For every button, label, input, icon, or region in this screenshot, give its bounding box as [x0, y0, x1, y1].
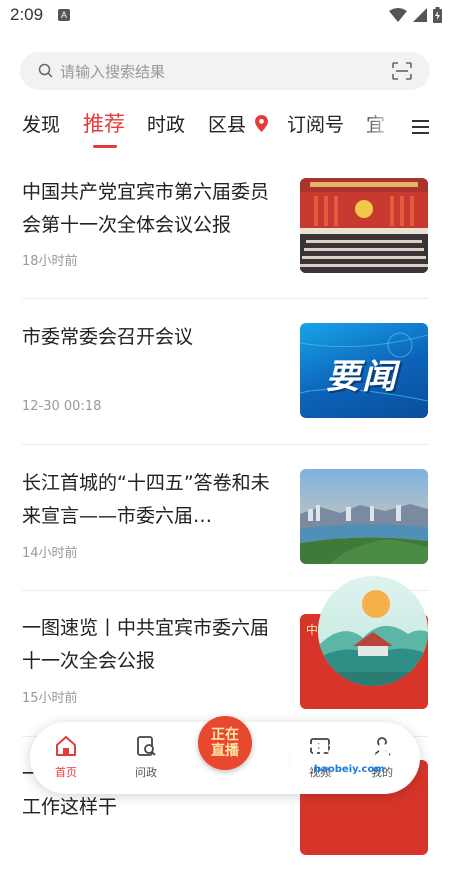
nav-home-label: 首页 — [55, 766, 77, 779]
status-time: 2:09 — [10, 5, 44, 24]
news-thumbnail: 要闻 — [300, 323, 428, 418]
watermark-sub: baobeiy.com — [314, 764, 385, 775]
news-title: 一图速览丨中共宜宾市委六届十一次全会公报 — [22, 617, 270, 672]
tab-subscriptions[interactable]: 订阅号 — [287, 110, 344, 137]
news-title: 市委常委会召开会议 — [22, 326, 194, 348]
home-icon — [56, 736, 76, 756]
tab-politics[interactable]: 时政 — [147, 110, 185, 137]
nav-wenzheng-label: 问政 — [135, 766, 157, 779]
tab-districts[interactable]: 区县 — [208, 110, 269, 137]
search-input[interactable]: 请输入搜索结果 — [20, 52, 430, 90]
news-time: 14小时前 — [22, 546, 78, 561]
news-item[interactable]: 市委常委会召开会议 12-30 00:18 要闻 — [22, 295, 428, 440]
tab-districts-label: 区县 — [208, 114, 247, 136]
city-aerial-photo-icon — [300, 469, 428, 564]
news-title: 长江首城的“十四五”答卷和未来宣言——市委六届… — [22, 472, 270, 527]
channel-tabs: 发现 推荐 时政 区县 订阅号 宜 — [0, 106, 450, 150]
notification-a-icon: A — [58, 9, 70, 21]
watermark: 宝贝游戏网 baobeiy.com — [278, 736, 418, 780]
channel-menu-icon[interactable] — [410, 118, 430, 136]
tab-recommend[interactable]: 推荐 — [83, 108, 125, 138]
news-thumbnail — [300, 178, 428, 273]
signal-icon — [413, 8, 427, 22]
news-thumbnail — [300, 469, 428, 564]
conference-photo-icon — [300, 178, 428, 273]
live-button[interactable]: 正在 直播 — [198, 716, 252, 770]
tab-discover[interactable]: 发现 — [22, 110, 60, 137]
status-bar: 2:09 A — [0, 0, 450, 30]
news-time: 12-30 00:18 — [22, 399, 102, 414]
news-title: 中国共产党宜宾市第六届委员会第十一次全体会议公报 — [22, 181, 270, 236]
live-line2: 直播 — [211, 743, 239, 759]
live-line1: 正在 — [211, 727, 239, 743]
nav-home[interactable]: 首页 — [36, 734, 96, 780]
search-icon — [38, 63, 53, 78]
battery-icon — [433, 7, 442, 23]
news-time: 15小时前 — [22, 691, 78, 706]
thumb-caption: 要闻 — [326, 357, 398, 397]
svg-text:中: 中 — [306, 622, 318, 637]
floating-promo-badge[interactable] — [318, 576, 428, 686]
search-placeholder: 请输入搜索结果 — [60, 63, 166, 81]
yibin-landmark-icon — [318, 576, 428, 686]
inquiry-icon — [137, 736, 156, 756]
location-pin-icon — [255, 115, 269, 132]
tab-fade — [360, 106, 402, 150]
status-icons — [389, 7, 442, 23]
news-item[interactable]: 中国共产党宜宾市第六届委员会第十一次全体会议公报 18小时前 — [22, 150, 428, 295]
active-tab-indicator — [93, 145, 117, 148]
news-item[interactable]: 长江首城的“十四五”答卷和未来宣言——市委六届… 14小时前 — [22, 441, 428, 586]
wifi-icon — [389, 8, 407, 22]
nav-wenzheng[interactable]: 问政 — [116, 734, 176, 780]
scan-icon[interactable] — [392, 62, 412, 80]
news-time: 18小时前 — [22, 254, 78, 269]
